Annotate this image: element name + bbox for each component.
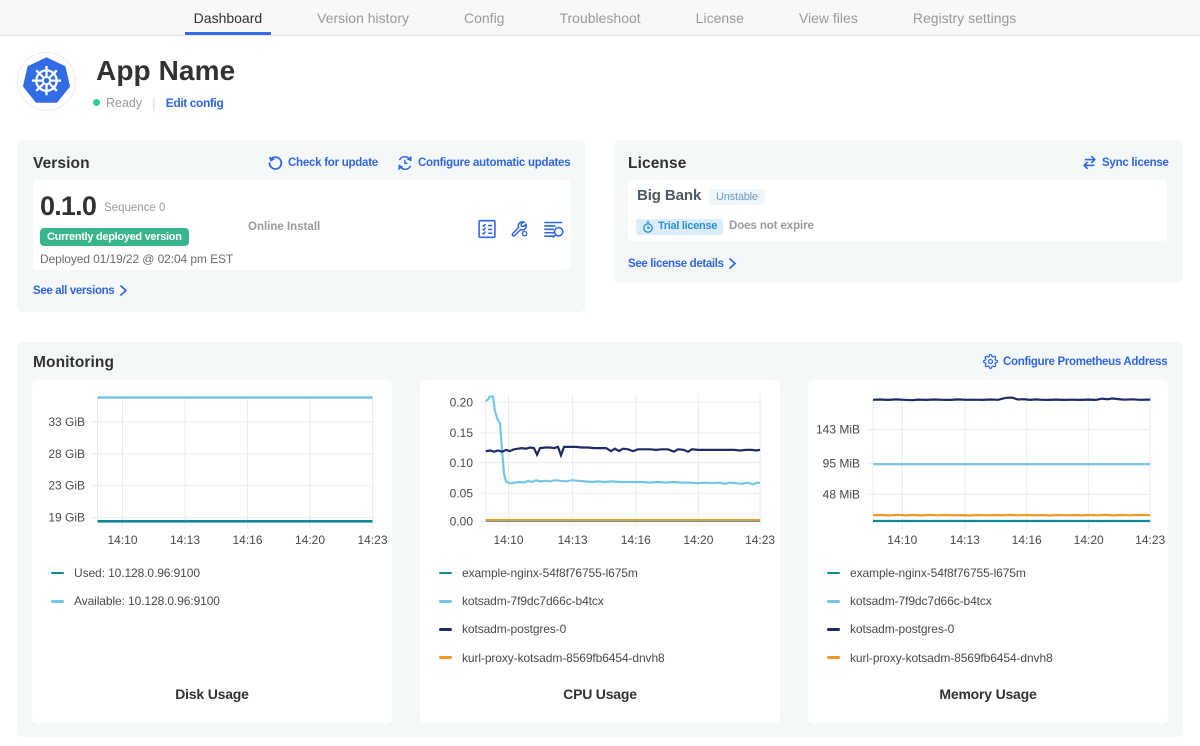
svg-text:0.00: 0.00: [450, 514, 474, 528]
svg-text:14:23: 14:23: [357, 533, 387, 547]
svg-text:14:23: 14:23: [1135, 533, 1165, 547]
svg-text:48 MiB: 48 MiB: [823, 488, 860, 502]
svg-text:0.05: 0.05: [450, 486, 474, 500]
svg-text:0.20: 0.20: [450, 395, 474, 409]
svg-text:0.15: 0.15: [450, 426, 474, 440]
svg-text:19 GiB: 19 GiB: [48, 511, 85, 525]
svg-text:14:20: 14:20: [683, 533, 713, 547]
svg-text:14:13: 14:13: [558, 533, 588, 547]
svg-text:0.10: 0.10: [450, 456, 474, 470]
svg-text:14:16: 14:16: [232, 533, 262, 547]
svg-text:14:16: 14:16: [1012, 533, 1042, 547]
svg-text:28 GiB: 28 GiB: [48, 447, 85, 461]
svg-text:14:10: 14:10: [887, 533, 917, 547]
svg-text:95 MiB: 95 MiB: [823, 456, 860, 470]
svg-text:33 GiB: 33 GiB: [48, 415, 85, 429]
svg-text:14:10: 14:10: [107, 533, 137, 547]
svg-text:14:20: 14:20: [1074, 533, 1104, 547]
svg-text:14:20: 14:20: [295, 533, 325, 547]
svg-text:14:23: 14:23: [745, 533, 775, 547]
svg-text:143 MiB: 143 MiB: [816, 423, 860, 437]
svg-text:14:16: 14:16: [621, 533, 651, 547]
svg-text:14:10: 14:10: [493, 533, 523, 547]
svg-text:14:13: 14:13: [950, 533, 980, 547]
svg-text:14:13: 14:13: [170, 533, 200, 547]
svg-text:23 GiB: 23 GiB: [48, 479, 85, 493]
